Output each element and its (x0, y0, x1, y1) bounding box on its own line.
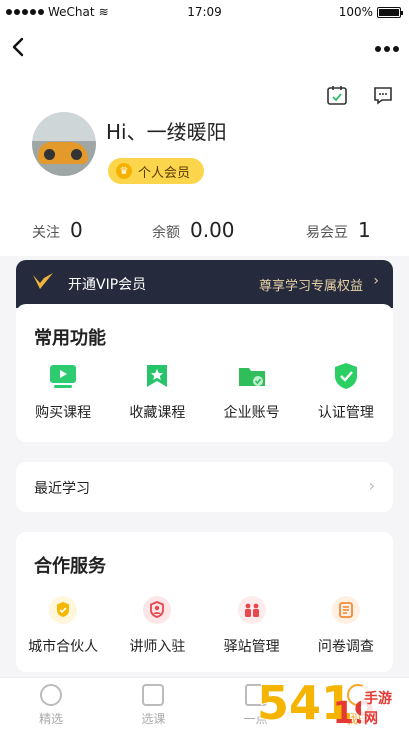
profile-greeting: Hi、一缕暖阳 (106, 120, 227, 144)
battery-percent: 100% (338, 5, 373, 19)
cooperation-grid: 城市合伙人 讲师入驻 驿站管理 问卷调查 (16, 594, 393, 656)
vip-subtitle: 尊享学习专属权益 (258, 279, 363, 294)
battery-icon (377, 6, 403, 18)
stat-balance[interactable]: 余额 0.00 (152, 218, 235, 242)
recent-learning-row[interactable]: 最近学习 › (16, 462, 393, 512)
stat-label: 易会豆 (306, 225, 348, 241)
shield-check-icon (330, 360, 362, 392)
tab-profile[interactable]: 我的 (307, 678, 409, 733)
book-icon (244, 684, 267, 706)
survey-doc-icon (330, 594, 362, 626)
folder-user-icon (236, 360, 268, 392)
function-favorite-course[interactable]: 收藏课程 (110, 360, 204, 422)
lecturer-badge-icon (141, 594, 173, 626)
service-city-partner[interactable]: 城市合伙人 (16, 594, 110, 656)
function-certification[interactable]: 认证管理 (299, 360, 393, 422)
more-dots-icon[interactable] (375, 46, 399, 52)
calendar-check-icon[interactable] (326, 84, 348, 106)
tab-label: 一点 (243, 712, 268, 726)
back-icon[interactable] (8, 36, 30, 58)
bottom-tab-bar: 精选 选课 一点 我的 (0, 677, 409, 733)
avatar[interactable] (32, 112, 96, 176)
stat-beans[interactable]: 易会豆 1 (306, 218, 371, 242)
stat-label: 余额 (152, 225, 180, 241)
vip-title: 开通VIP会员 (68, 277, 147, 293)
tab-course-select[interactable]: 选课 (102, 678, 204, 733)
membership-label: 个人会员 (138, 165, 191, 181)
section-title: 常用功能 (34, 328, 106, 349)
tab-label: 我的 (345, 712, 370, 726)
featured-icon (40, 684, 63, 706)
battery-group: 100% (338, 5, 403, 19)
chevron-right-icon: › (373, 273, 379, 289)
stat-label: 关注 (32, 225, 60, 241)
service-label: 讲师入驻 (129, 639, 186, 655)
function-label: 企业账号 (223, 405, 280, 421)
service-label: 城市合伙人 (28, 639, 99, 655)
station-people-icon (236, 594, 268, 626)
service-station-manage[interactable]: 驿站管理 (205, 594, 299, 656)
function-enterprise-account[interactable]: 企业账号 (205, 360, 299, 422)
status-bar: WeChat ≋ 17:09 100% (0, 0, 409, 26)
play-screen-icon (47, 360, 79, 392)
stat-value: 0 (70, 218, 83, 242)
service-label: 问卷调查 (317, 639, 374, 655)
tab-book[interactable]: 一点 (205, 678, 307, 733)
tab-label: 选课 (141, 712, 166, 726)
common-functions-card: 常用功能 购买课程 收藏课程 企业账号 认证管理 (16, 304, 393, 442)
stat-value: 1 (358, 218, 371, 242)
avatar-car-image (38, 142, 88, 164)
stat-value: 0.00 (190, 218, 235, 242)
function-label: 收藏课程 (129, 405, 186, 421)
profile-icon (346, 684, 369, 706)
vip-logo-icon (32, 272, 54, 292)
crown-icon: ♛ (116, 163, 132, 179)
service-label: 驿站管理 (223, 639, 280, 655)
stat-follow[interactable]: 关注 0 (32, 218, 83, 242)
vip-banner[interactable]: 开通VIP会员 尊享学习专属权益 › (16, 260, 393, 308)
service-lecturer[interactable]: 讲师入驻 (110, 594, 204, 656)
chevron-right-icon: › (368, 476, 375, 495)
tab-label: 精选 (39, 712, 64, 726)
tab-featured[interactable]: 精选 (0, 678, 102, 733)
function-label: 认证管理 (317, 405, 374, 421)
message-icon[interactable] (372, 84, 394, 106)
function-buy-course[interactable]: 购买课程 (16, 360, 110, 422)
star-book-icon (141, 360, 173, 392)
partner-shield-icon (47, 594, 79, 626)
common-functions-grid: 购买课程 收藏课程 企业账号 认证管理 (16, 360, 393, 422)
cooperation-card: 合作服务 城市合伙人 讲师入驻 驿站管理 问卷调查 (16, 532, 393, 672)
stats-row: 关注 0 余额 0.00 易会豆 1 (0, 218, 409, 250)
course-select-icon (142, 684, 165, 706)
recent-label: 最近学习 (34, 481, 90, 497)
function-label: 购买课程 (35, 405, 92, 421)
service-survey[interactable]: 问卷调查 (299, 594, 393, 656)
membership-badge[interactable]: ♛ 个人会员 (108, 158, 205, 184)
section-title: 合作服务 (34, 556, 106, 577)
